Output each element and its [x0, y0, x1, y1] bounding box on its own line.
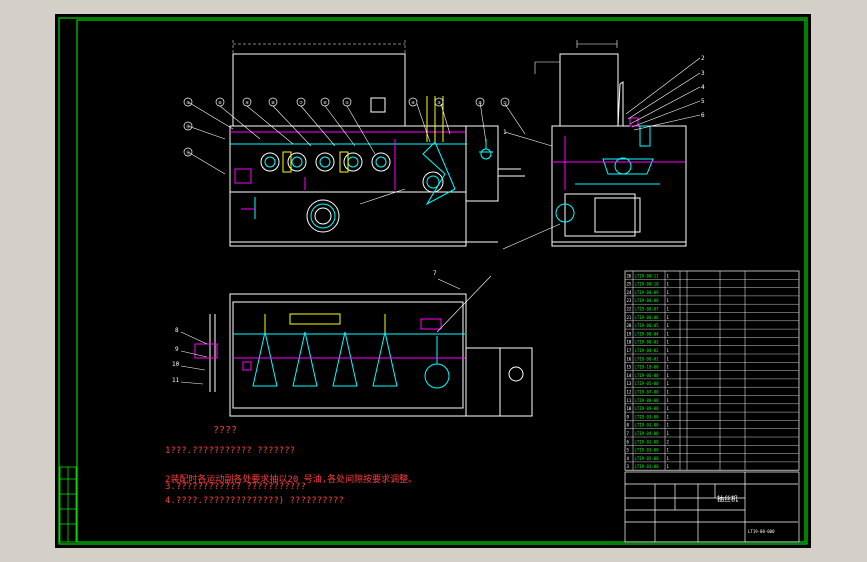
- drawing-number: LT19-00-000: [748, 529, 775, 534]
- balloon-label: ⑨: [245, 100, 249, 105]
- note-line-1: 1???.??????????? ???????: [165, 446, 296, 456]
- callout-8: 8: [175, 327, 179, 334]
- balloon-label: ①: [186, 100, 190, 105]
- note-line-3: 3.???????????? ???????????: [165, 482, 306, 492]
- balloon-label: ⑦: [299, 100, 303, 105]
- callout-2: 3: [701, 70, 705, 77]
- balloon-label: ③: [437, 100, 441, 105]
- balloon-label: ⑫: [186, 123, 190, 129]
- callout-3: 4: [701, 84, 705, 91]
- title-block-text: 抽丝机 LT19-00-000: [717, 494, 775, 534]
- callout-0: 1: [503, 129, 507, 136]
- drawing-sheet: 26 LT19-00-11 1 25 LT19-00-10 1 24 LT19-00-09 1 2…: [55, 14, 811, 548]
- callout-11: 11: [172, 377, 180, 384]
- note-line-4: 4.????.??????????????) ??????????: [165, 496, 344, 506]
- balloon-label: ⑧: [271, 100, 275, 105]
- callout-4: 5: [701, 98, 705, 105]
- callout-7: 7: [433, 270, 437, 277]
- balloon-label: ⑪: [186, 149, 190, 155]
- balloon-label: ①: [503, 100, 507, 105]
- callout-1: 2: [701, 55, 705, 62]
- callout-5: 6: [701, 112, 705, 119]
- front-balloon-labels: ① ⑫ ⑪ ⑩ ⑨ ⑧ ⑦ ⑥ ⑤ ④ ③ ② ①: [186, 100, 507, 155]
- balloon-label: ⑤: [345, 100, 349, 105]
- balloon-label: ④: [411, 100, 415, 105]
- balloon-label: ⑥: [323, 100, 327, 105]
- title-name: 抽丝机: [717, 494, 738, 503]
- notes-heading: ????: [213, 425, 238, 436]
- balloon-label: ⑩: [218, 100, 222, 105]
- plan-callout-labels: 7 8 9 10 11: [172, 270, 437, 384]
- label-layer: ① ⑫ ⑪ ⑩ ⑨ ⑧ ⑦ ⑥ ⑤ ④ ③ ② ① 2 3 4 5 6 1 7 8 9 10 11 抽丝…: [172, 55, 775, 534]
- side-callout-labels: 2 3 4 5 6 1: [503, 55, 705, 136]
- callout-10: 10: [172, 361, 180, 368]
- balloon-label: ②: [478, 100, 482, 105]
- callout-9: 9: [175, 346, 179, 353]
